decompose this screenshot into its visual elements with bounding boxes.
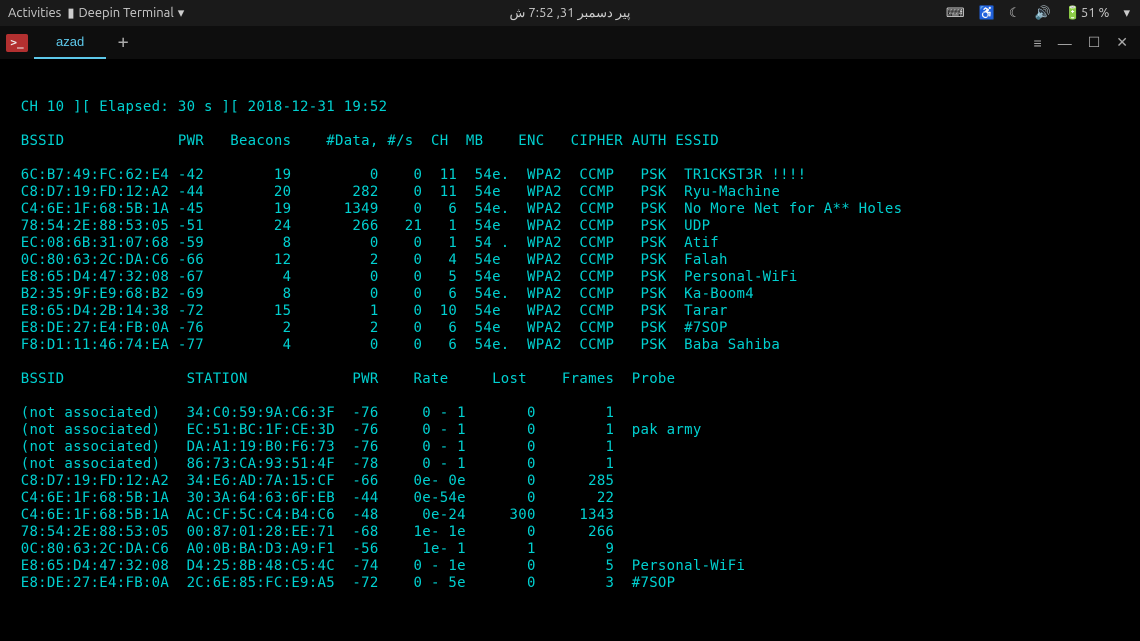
close-button[interactable]: ✕ — [1116, 34, 1128, 51]
tab-active[interactable]: azad — [34, 26, 106, 59]
maximize-button[interactable]: ☐ — [1088, 34, 1101, 51]
keyboard-icon[interactable]: ⌨ — [946, 6, 965, 21]
gnome-topbar: Activities ▮ Deepin Terminal ▾ پیر دسمبر… — [0, 0, 1140, 26]
app-name-label: Deepin Terminal — [78, 6, 173, 20]
terminal-app-icon[interactable]: >_ — [0, 26, 34, 59]
terminal-tabbar: >_ azad + ≡ — ☐ ✕ — [0, 26, 1140, 60]
system-menu-icon[interactable]: ▾ — [1123, 6, 1130, 21]
volume-icon[interactable]: 🔊 — [1035, 6, 1051, 21]
battery-percent: 51 % — [1081, 6, 1110, 20]
night-icon[interactable]: ☾ — [1009, 6, 1021, 21]
new-tab-button[interactable]: + — [106, 26, 140, 59]
menu-button[interactable]: ≡ — [1034, 35, 1042, 51]
clock-label[interactable]: پیر دسمبر 31, 7:52 ش — [510, 6, 631, 21]
minimize-button[interactable]: — — [1058, 35, 1072, 51]
dropdown-icon: ▾ — [178, 6, 185, 21]
activities-button[interactable]: Activities — [8, 6, 61, 20]
accessibility-icon[interactable]: ♿ — [979, 6, 995, 21]
app-menu[interactable]: ▮ Deepin Terminal ▾ — [67, 6, 184, 21]
terminal-output[interactable]: CH 10 ][ Elapsed: 30 s ][ 2018-12-31 19:… — [0, 60, 1140, 604]
battery-icon[interactable]: 🔋 51 % — [1065, 6, 1110, 21]
terminal-indicator-icon: ▮ — [67, 6, 74, 21]
